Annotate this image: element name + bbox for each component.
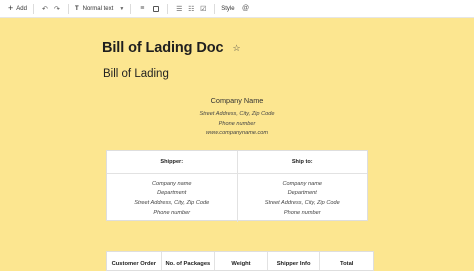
ship-to-header[interactable]: Ship to: — [236, 151, 368, 173]
align-icon[interactable]: ≡ — [137, 4, 147, 14]
text-format-icon: T — [74, 5, 79, 12]
add-button[interactable]: + Add — [8, 4, 27, 13]
redo-icon[interactable]: ↷ — [52, 4, 62, 14]
star-icon[interactable]: ☆ — [232, 43, 240, 54]
toolbar-divider — [167, 3, 169, 14]
shipper-department: Department — [157, 190, 187, 197]
numbered-list-icon[interactable]: ☷ — [186, 4, 196, 14]
ship-to-address: Street Address, City, Zip Code — [264, 200, 340, 206]
shipper-company: Company name — [152, 180, 192, 187]
add-label: Add — [16, 5, 27, 12]
undo-icon[interactable]: ↶ — [40, 4, 50, 14]
order-header-packages[interactable]: No. of Packages — [160, 252, 215, 270]
ship-to-department: Department — [287, 190, 317, 197]
shipper-phone: Phone number — [153, 209, 191, 216]
toolbar-divider — [130, 3, 132, 14]
order-header-total[interactable]: Total — [319, 252, 373, 270]
bulleted-list-icon[interactable]: ☰ — [174, 4, 184, 14]
plus-icon: + — [8, 3, 14, 13]
toolbar-divider — [32, 3, 34, 14]
order-header-customer-order[interactable]: Customer Order — [107, 252, 161, 270]
document-heading[interactable]: Bill of Lading — [103, 68, 169, 80]
company-phone[interactable]: Phone number — [0, 120, 474, 130]
shipper-details[interactable]: Company name Department Street Address, … — [107, 174, 237, 222]
order-header-shipper-info[interactable]: Shipper Info — [266, 252, 320, 270]
shipper-table-header: Shipper: Ship to: — [107, 151, 367, 174]
toolbar-divider — [67, 3, 69, 14]
company-website[interactable]: www.companyname.com — [0, 129, 474, 139]
checklist-icon[interactable]: ☑ — [198, 4, 208, 14]
at-icon[interactable]: @ — [241, 4, 251, 14]
document-title[interactable]: Bill of Lading Doc — [102, 40, 224, 56]
toolbar: + Add ↶ ↷ T Normal text ▼ ≡ ☰ ☷ ☑ Style … — [0, 0, 474, 18]
company-name[interactable]: Company Name — [0, 96, 474, 105]
shipper-table: Shipper: Ship to: Company name Departmen… — [106, 150, 368, 222]
ship-to-phone: Phone number — [283, 209, 321, 216]
shipper-header[interactable]: Shipper: — [107, 151, 237, 173]
company-block: Company Name Street Address, City, Zip C… — [0, 96, 474, 139]
text-style-dropdown[interactable]: T Normal text ▼ — [75, 6, 124, 12]
shipper-table-body: Company name Department Street Address, … — [107, 174, 367, 222]
ship-to-company: Company name — [282, 180, 323, 187]
style-button[interactable]: Style — [221, 6, 234, 12]
chevron-down-icon: ▼ — [119, 5, 125, 12]
text-style-label: Normal text — [82, 5, 114, 12]
order-table: Customer Order No. of Packages Weight Sh… — [106, 251, 374, 271]
company-address[interactable]: Street Address, City, Zip Code — [0, 110, 474, 120]
order-header-weight[interactable]: Weight — [214, 252, 267, 270]
toolbar-divider — [214, 3, 216, 14]
shipper-address: Street Address, City, Zip Code — [134, 200, 210, 206]
document-title-row: Bill of Lading Doc ☆ — [102, 40, 241, 56]
ship-to-details[interactable]: Company name Department Street Address, … — [236, 174, 368, 222]
columns-icon[interactable] — [151, 4, 161, 14]
